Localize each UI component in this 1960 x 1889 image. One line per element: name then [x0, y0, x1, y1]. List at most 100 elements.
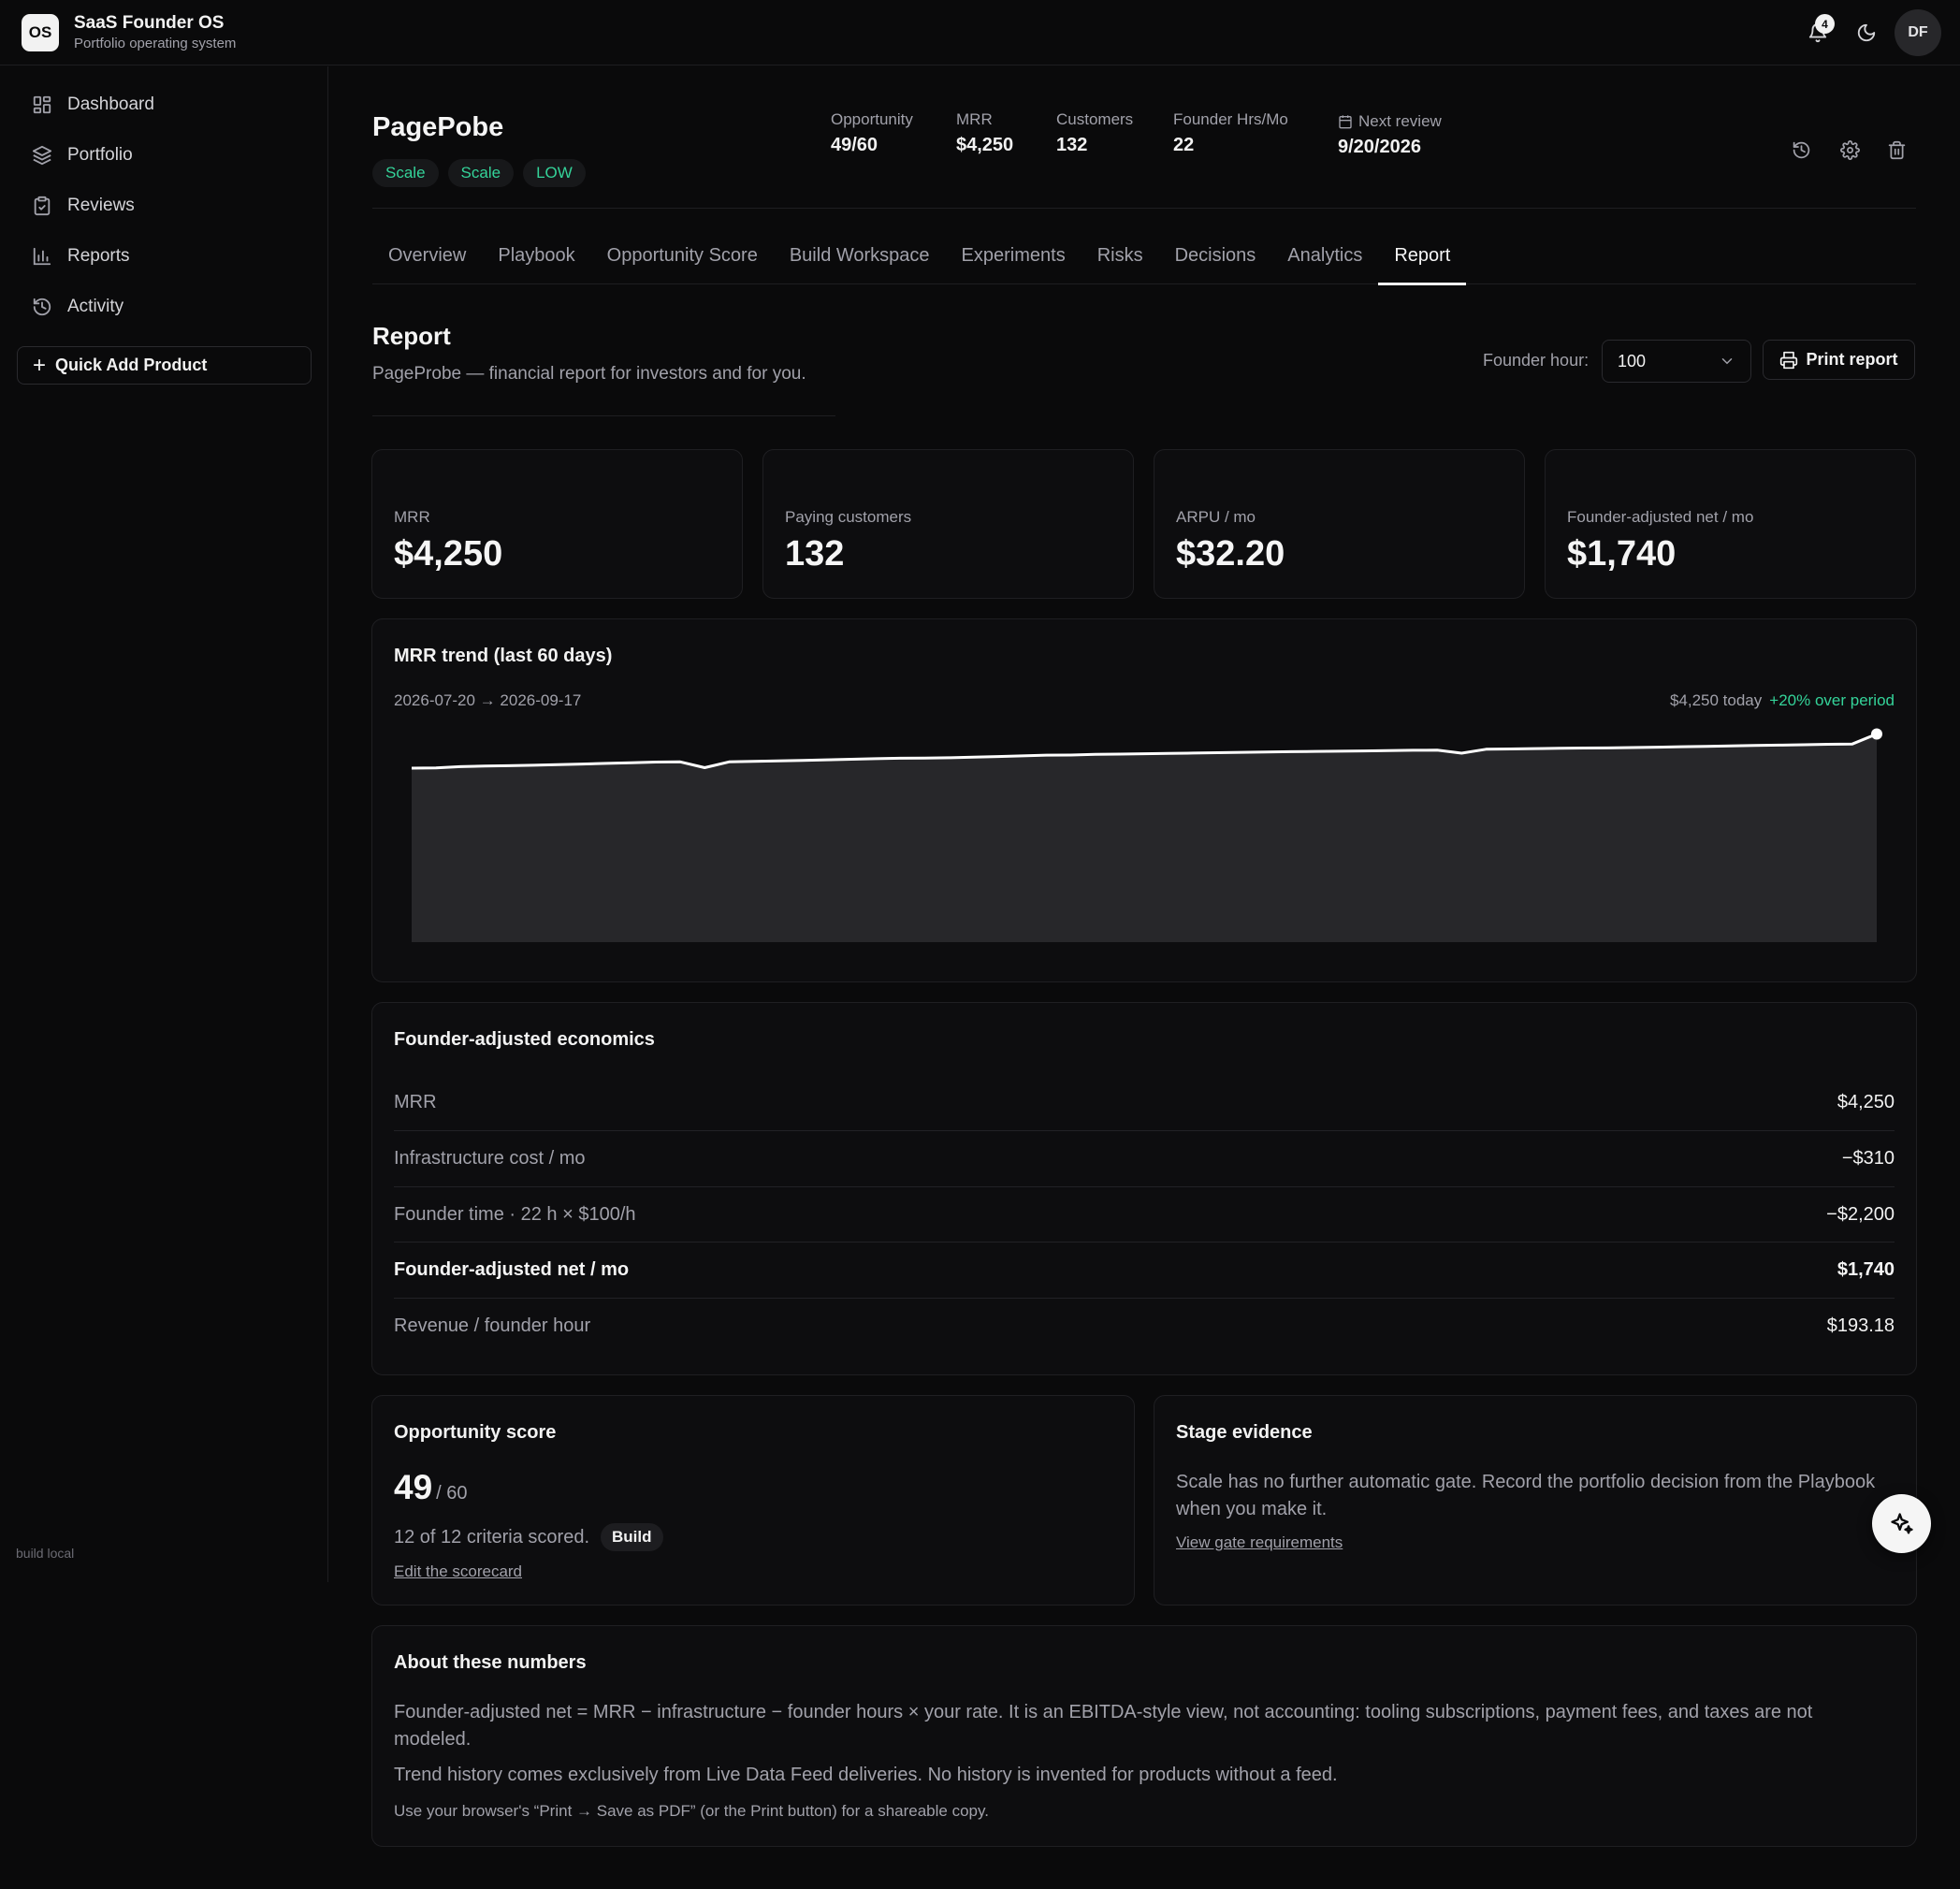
print-report-button[interactable]: Print report — [1763, 340, 1915, 380]
layers-icon — [32, 145, 52, 166]
kpi-card-paying-customers: Paying customers 132 — [762, 449, 1134, 599]
econ-row-founder-net: Founder-adjusted net / mo $1,740 — [394, 1242, 1895, 1298]
founder-hour-select[interactable]: 100 — [1602, 340, 1751, 383]
clipboard-check-icon — [34, 196, 51, 216]
stat-label: MRR — [956, 110, 993, 128]
stage-chip: Scale — [372, 159, 439, 187]
kpi-card-mrr: MRR $4,250 — [371, 449, 743, 599]
plus-icon: + — [33, 352, 47, 378]
kpi-label: Paying customers — [785, 508, 912, 526]
opportunity-score-card: Opportunity score 49/ 60 12 of 12 criter… — [371, 1395, 1135, 1606]
about-note: Use your browser's “Print → Save as PDF”… — [394, 1802, 989, 1820]
kpi-label: ARPU / mo — [1176, 508, 1256, 526]
tab-playbook[interactable]: Playbook — [482, 236, 590, 284]
tab-risks[interactable]: Risks — [1082, 236, 1159, 284]
score-value: 49 — [394, 1468, 433, 1506]
tab-bar: Overview Playbook Opportunity Score Buil… — [372, 236, 1916, 285]
bar-chart-icon — [33, 247, 51, 266]
build-label: build local — [16, 1546, 75, 1561]
founder-hour-label: Founder hour: — [1483, 351, 1590, 370]
econ-row-revenue-per-hour: Revenue / founder hour $193.18 — [394, 1298, 1895, 1354]
header-divider — [372, 208, 1916, 209]
mrr-trend-chart — [411, 728, 1882, 942]
sidebar-item-activity[interactable]: Activity — [17, 285, 312, 328]
econ-label: Revenue / founder hour — [394, 1315, 591, 1336]
history-icon[interactable] — [1787, 136, 1815, 164]
founder-hour-value: 100 — [1618, 351, 1647, 371]
avatar[interactable]: DF — [1895, 9, 1941, 56]
history-icon — [33, 298, 51, 316]
economics-card: Founder-adjusted economics MRR $4,250 In… — [371, 1002, 1917, 1375]
about-numbers-card: About these numbers Founder-adjusted net… — [371, 1625, 1917, 1847]
sidebar-item-label: Reports — [67, 246, 130, 266]
stat-founder-hours: Founder Hrs/Mo 22 — [1173, 110, 1288, 156]
tab-experiments[interactable]: Experiments — [946, 236, 1082, 284]
sidebar-item-reviews[interactable]: Reviews — [17, 184, 312, 227]
app-subtitle: Portfolio operating system — [74, 36, 237, 51]
kpi-label: Founder-adjusted net / mo — [1567, 508, 1754, 526]
criteria-text: 12 of 12 criteria scored. — [394, 1526, 589, 1548]
tab-report[interactable]: Report — [1378, 236, 1467, 285]
stat-value: 49/60 — [831, 135, 878, 155]
sidebar-item-dashboard[interactable]: Dashboard — [17, 83, 312, 126]
kpi-card-founder-net: Founder-adjusted net / mo $1,740 — [1545, 449, 1916, 599]
econ-value: $193.18 — [1826, 1315, 1895, 1336]
chevron-down-icon — [1721, 358, 1733, 365]
tab-overview[interactable]: Overview — [372, 236, 482, 284]
criteria-row: 12 of 12 criteria scored. Build — [394, 1523, 663, 1551]
dashboard-icon — [33, 95, 51, 114]
econ-value: $4,250 — [1837, 1091, 1895, 1112]
stat-label: Next review — [1338, 112, 1442, 131]
quick-add-product-button[interactable]: + Quick Add Product — [17, 346, 312, 385]
kpi-value: $32.20 — [1176, 534, 1285, 574]
stage-title: Stage evidence — [1176, 1422, 1313, 1443]
econ-value: $1,740 — [1837, 1258, 1895, 1280]
sidebar-item-reports[interactable]: Reports — [17, 235, 312, 278]
trash-icon[interactable] — [1882, 136, 1910, 164]
stage-evidence-card: Stage evidence Scale has no further auto… — [1154, 1395, 1917, 1606]
stat-label: Opportunity — [831, 110, 913, 128]
kpi-value: 132 — [785, 534, 845, 574]
print-label: Print report — [1806, 350, 1898, 369]
econ-label: Infrastructure cost / mo — [394, 1147, 586, 1169]
trend-last-point — [1871, 728, 1882, 740]
risk-chip: LOW — [523, 159, 586, 187]
stat-value: 22 — [1173, 135, 1195, 155]
econ-row-mrr: MRR $4,250 — [394, 1074, 1895, 1130]
gear-icon[interactable] — [1836, 136, 1864, 164]
mrr-trend-card: MRR trend (last 60 days) 2026-07-20 → 20… — [371, 618, 1917, 982]
kpi-value: $1,740 — [1567, 534, 1677, 574]
sidebar-item-label: Reviews — [67, 196, 135, 215]
ai-assistant-button[interactable] — [1872, 1494, 1931, 1553]
sidebar-item-label: Portfolio — [67, 145, 133, 165]
econ-label: Founder-adjusted net / mo — [394, 1258, 630, 1280]
kpi-label: MRR — [394, 508, 430, 526]
app-logo[interactable]: OS — [22, 14, 59, 51]
stat-customers: Customers 132 — [1056, 110, 1133, 156]
econ-value: −$310 — [1841, 1147, 1895, 1169]
sidebar-item-label: Dashboard — [67, 94, 154, 114]
opportunity-score: 49/ 60 — [394, 1468, 468, 1507]
econ-label: Founder time · 22 h × $100/h — [394, 1203, 636, 1225]
calendar-icon — [1339, 115, 1352, 129]
score-out-of: / 60 — [436, 1483, 468, 1504]
stat-label: Founder Hrs/Mo — [1173, 110, 1288, 128]
tab-build-workspace[interactable]: Build Workspace — [774, 236, 946, 284]
report-divider — [372, 415, 835, 416]
tab-decisions[interactable]: Decisions — [1159, 236, 1272, 284]
moon-icon[interactable] — [1852, 19, 1880, 47]
stat-value: 132 — [1056, 135, 1088, 155]
top-bar: OS SaaS Founder OS Portfolio operating s… — [0, 0, 1960, 65]
edit-scorecard-link[interactable]: Edit the scorecard — [394, 1562, 522, 1581]
econ-value: −$2,200 — [1826, 1203, 1895, 1225]
printer-icon — [1780, 351, 1798, 369]
build-badge: Build — [601, 1523, 663, 1551]
tab-opportunity-score[interactable]: Opportunity Score — [591, 236, 774, 284]
opportunity-title: Opportunity score — [394, 1422, 557, 1443]
tab-analytics[interactable]: Analytics — [1271, 236, 1378, 284]
sidebar-item-portfolio[interactable]: Portfolio — [17, 134, 312, 177]
product-chips: Scale Scale LOW — [372, 159, 586, 187]
sidebar-item-label: Activity — [67, 297, 124, 316]
view-gate-requirements-link[interactable]: View gate requirements — [1176, 1533, 1343, 1552]
stat-next-review: Next review 9/20/2026 — [1338, 112, 1442, 158]
